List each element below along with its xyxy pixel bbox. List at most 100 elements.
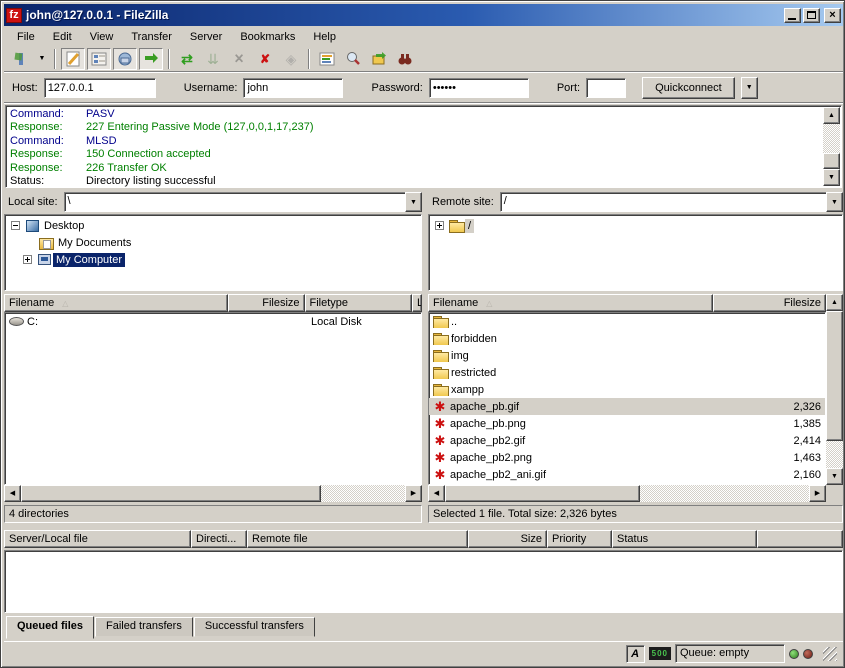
message-log-body[interactable]: Command:PASV Response:227 Entering Passi… bbox=[6, 106, 841, 187]
menu-file[interactable]: File bbox=[8, 29, 44, 45]
remote-dir-row[interactable]: .. bbox=[429, 313, 825, 330]
log-vertical-scrollbar[interactable]: ▲ ▼ bbox=[823, 107, 840, 186]
scroll-left-icon[interactable]: ◀ bbox=[428, 485, 445, 502]
local-file-list[interactable]: C: Local Disk bbox=[4, 312, 422, 485]
scroll-down-icon[interactable]: ▼ bbox=[826, 468, 843, 485]
close-button[interactable]: × bbox=[824, 8, 841, 23]
transfer-type-indicator[interactable]: A bbox=[626, 645, 645, 663]
menu-edit[interactable]: Edit bbox=[44, 29, 81, 45]
local-site-path[interactable]: \ bbox=[64, 192, 405, 212]
column-remote-file[interactable]: Remote file bbox=[247, 530, 468, 548]
resize-grip[interactable] bbox=[823, 647, 837, 661]
menu-view[interactable]: View bbox=[81, 29, 123, 45]
scrollbar-track[interactable] bbox=[21, 485, 405, 502]
username-input[interactable] bbox=[243, 78, 343, 98]
minimize-button[interactable] bbox=[784, 8, 801, 23]
expand-icon[interactable] bbox=[23, 255, 32, 264]
local-file-row[interactable]: C: Local Disk bbox=[5, 313, 421, 330]
column-status[interactable]: Status bbox=[612, 530, 757, 548]
tab-successful-transfers[interactable]: Successful transfers bbox=[194, 617, 315, 637]
column-direction[interactable]: Directi... bbox=[191, 530, 247, 548]
column-last-modified[interactable]: L bbox=[412, 294, 422, 312]
tree-item-my-computer[interactable]: My Computer bbox=[5, 251, 421, 268]
scroll-left-icon[interactable]: ◀ bbox=[4, 485, 21, 502]
column-filename[interactable]: Filename△ bbox=[428, 294, 713, 312]
directory-comparison-button[interactable] bbox=[341, 48, 365, 70]
local-tree[interactable]: Desktop My Documents My Computer bbox=[4, 214, 422, 291]
site-manager-dropdown[interactable]: ▼ bbox=[35, 48, 49, 70]
scroll-right-icon[interactable]: ▶ bbox=[809, 485, 826, 502]
scrollbar-track[interactable] bbox=[823, 124, 840, 169]
speed-limit-indicator[interactable]: 500 bbox=[649, 647, 671, 660]
cancel-button[interactable]: 🗙 bbox=[227, 48, 251, 70]
synchronized-browsing-button[interactable] bbox=[367, 48, 391, 70]
find-files-button[interactable] bbox=[393, 48, 417, 70]
scroll-up-icon[interactable]: ▲ bbox=[826, 294, 843, 311]
remote-tree[interactable]: / bbox=[428, 214, 843, 291]
host-input[interactable] bbox=[44, 78, 156, 98]
scrollbar-thumb[interactable] bbox=[823, 153, 840, 169]
column-filesize[interactable]: Filesize bbox=[713, 294, 826, 312]
column-server-local-file[interactable]: Server/Local file bbox=[4, 530, 191, 548]
scrollbar-track[interactable] bbox=[445, 485, 809, 502]
local-site-combo[interactable]: \ ▼ bbox=[64, 192, 422, 212]
scrollbar-thumb[interactable] bbox=[445, 485, 640, 502]
disconnect-button[interactable]: ✘ bbox=[253, 48, 277, 70]
column-filename[interactable]: Filename△ bbox=[4, 294, 228, 312]
refresh-button[interactable]: ⇄ bbox=[175, 48, 199, 70]
maximize-button[interactable] bbox=[803, 8, 820, 23]
menu-bookmarks[interactable]: Bookmarks bbox=[231, 29, 304, 45]
tree-item-root[interactable]: / bbox=[429, 217, 842, 234]
directory-listing-filters-button[interactable] bbox=[315, 48, 339, 70]
scrollbar-thumb[interactable] bbox=[826, 311, 843, 441]
reconnect-button[interactable]: ◈ bbox=[279, 48, 303, 70]
remote-file-row[interactable]: apache_pb2.gif2,414 bbox=[429, 432, 825, 449]
remote-dir-row[interactable]: restricted bbox=[429, 364, 825, 381]
remote-file-row[interactable]: apache_pb2.png1,463 bbox=[429, 449, 825, 466]
chevron-down-icon[interactable]: ▼ bbox=[405, 192, 422, 212]
column-size[interactable]: Size bbox=[468, 530, 547, 548]
site-manager-button[interactable] bbox=[9, 48, 33, 70]
column-priority[interactable]: Priority bbox=[547, 530, 612, 548]
scroll-up-icon[interactable]: ▲ bbox=[823, 107, 840, 124]
remote-site-combo[interactable]: / ▼ bbox=[500, 192, 843, 212]
remote-file-list[interactable]: .. forbidden img restricted xampp apache… bbox=[428, 312, 826, 485]
tree-item-my-documents[interactable]: My Documents bbox=[5, 234, 421, 251]
remote-file-row[interactable]: apache_pb2_ani.gif2,160 bbox=[429, 466, 825, 483]
column-filesize[interactable]: Filesize bbox=[228, 294, 305, 312]
expand-icon[interactable] bbox=[435, 221, 444, 230]
menu-help[interactable]: Help bbox=[304, 29, 345, 45]
scroll-right-icon[interactable]: ▶ bbox=[405, 485, 422, 502]
quickconnect-dropdown[interactable]: ▼ bbox=[741, 77, 758, 99]
toggle-message-log-button[interactable] bbox=[61, 48, 85, 70]
remote-dir-row[interactable]: xampp bbox=[429, 381, 825, 398]
menu-transfer[interactable]: Transfer bbox=[122, 29, 181, 45]
scrollbar-track[interactable] bbox=[826, 311, 843, 468]
password-input[interactable] bbox=[429, 78, 529, 98]
remote-file-row-selected[interactable]: apache_pb.gif2,326 bbox=[429, 398, 825, 415]
queue-body[interactable] bbox=[4, 550, 843, 613]
scrollbar-thumb[interactable] bbox=[21, 485, 321, 502]
toggle-remote-tree-button[interactable] bbox=[113, 48, 137, 70]
remote-dir-row[interactable]: forbidden bbox=[429, 330, 825, 347]
remote-file-row[interactable]: apache_pb.png1,385 bbox=[429, 415, 825, 432]
scroll-down-icon[interactable]: ▼ bbox=[823, 169, 840, 186]
menu-server[interactable]: Server bbox=[181, 29, 231, 45]
tab-queued-files[interactable]: Queued files bbox=[6, 616, 94, 639]
remote-vertical-scrollbar[interactable]: ▲ ▼ bbox=[826, 294, 843, 485]
port-input[interactable] bbox=[586, 78, 626, 98]
toggle-local-tree-button[interactable] bbox=[87, 48, 111, 70]
tree-item-desktop[interactable]: Desktop bbox=[5, 217, 421, 234]
toggle-transfer-queue-button[interactable] bbox=[139, 48, 163, 70]
title-bar[interactable]: fz john@127.0.0.1 - FileZilla × bbox=[4, 4, 843, 26]
tab-failed-transfers[interactable]: Failed transfers bbox=[95, 617, 193, 637]
process-queue-button[interactable]: ⇊ bbox=[201, 48, 225, 70]
chevron-down-icon[interactable]: ▼ bbox=[826, 192, 843, 212]
remote-site-path[interactable]: / bbox=[500, 192, 826, 212]
quickconnect-button[interactable]: Quickconnect bbox=[642, 77, 735, 99]
column-filetype[interactable]: Filetype bbox=[305, 294, 412, 312]
local-horizontal-scrollbar[interactable]: ◀ ▶ bbox=[4, 485, 422, 502]
collapse-icon[interactable] bbox=[11, 221, 20, 230]
remote-horizontal-scrollbar[interactable]: ◀ ▶ bbox=[428, 485, 826, 502]
remote-dir-row[interactable]: img bbox=[429, 347, 825, 364]
